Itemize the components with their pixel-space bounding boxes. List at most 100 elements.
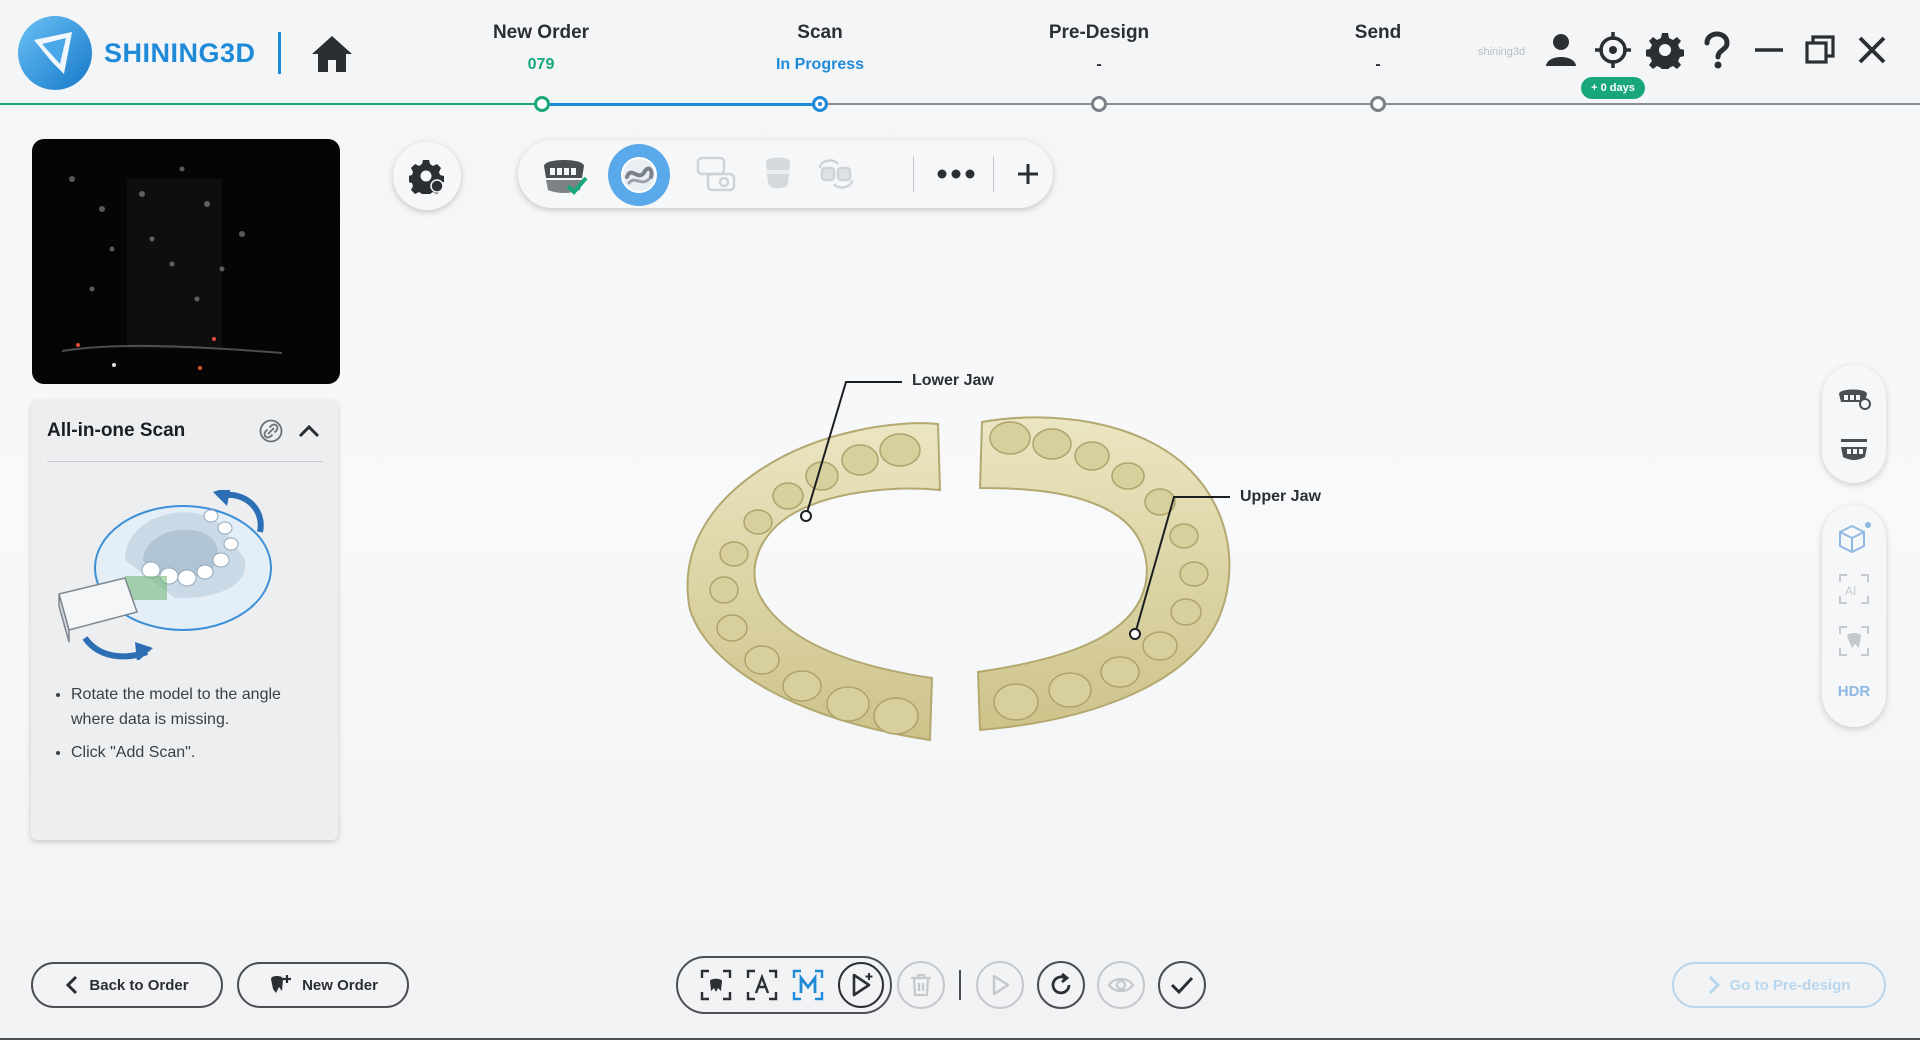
finish-scan-button[interactable]: [1158, 961, 1206, 1009]
play-button[interactable]: [976, 961, 1024, 1009]
step-dot-send: [1370, 96, 1386, 112]
hdr-toggle-button[interactable]: HDR: [1834, 671, 1874, 711]
tooth-detect-button[interactable]: [1834, 621, 1874, 661]
play-icon: [992, 974, 1010, 996]
upper-jaw-view-icon: [1839, 389, 1871, 410]
back-to-order-label: Back to Order: [89, 976, 189, 994]
new-tooth-icon: [271, 975, 292, 993]
card-divider: [47, 461, 323, 462]
step-send[interactable]: Send -: [1268, 22, 1488, 74]
go-to-pre-design-label: Go to Pre-design: [1729, 976, 1851, 994]
chevron-left-icon: [66, 975, 78, 995]
header-bar: SHINING3D New Order 079 Scan In Progress…: [0, 0, 1920, 112]
step-title: Scan: [797, 22, 843, 43]
camera-preview: [32, 139, 340, 384]
scan-settings-button[interactable]: [393, 142, 461, 210]
texture-toggle-button[interactable]: [1834, 519, 1874, 559]
scan-mode-card: All-in-one Scan Rotate the model to the …: [31, 400, 338, 840]
brand-divider: [278, 32, 281, 74]
step-status: In Progress: [775, 56, 865, 73]
gear-icon[interactable]: [1645, 30, 1685, 70]
chevron-up-icon[interactable]: [295, 417, 323, 445]
step-scan[interactable]: Scan In Progress: [710, 22, 930, 74]
add-scan-mode-button[interactable]: [1000, 148, 1056, 200]
tooth-scan-icon: [766, 157, 790, 189]
step-pre-design[interactable]: Pre-Design -: [989, 22, 1209, 74]
new-order-label: New Order: [302, 976, 378, 994]
more-button[interactable]: [928, 148, 984, 200]
add-scan-button[interactable]: [838, 962, 884, 1008]
user-icon[interactable]: [1541, 30, 1581, 70]
lower-jaw-view-button[interactable]: [1834, 429, 1874, 469]
minimize-icon[interactable]: [1749, 30, 1789, 70]
user-name: shining3d: [1478, 46, 1526, 58]
progress-track-done: [0, 103, 540, 105]
target-icon[interactable]: [1593, 30, 1633, 70]
step-new-order[interactable]: New Order 079: [431, 22, 651, 74]
manual-trim-button[interactable]: [788, 965, 828, 1005]
step-title: New Order: [492, 22, 590, 43]
preview-button[interactable]: [1097, 961, 1145, 1009]
step-dot-pre-design: [1091, 96, 1107, 112]
toolbar-divider: [913, 156, 914, 192]
select-area-button[interactable]: [696, 965, 736, 1005]
all-in-one-scan-button[interactable]: [608, 144, 670, 206]
ai-scan-button[interactable]: AI: [1834, 569, 1874, 609]
brand-name: SHINING3D: [104, 38, 256, 68]
hdr-label: HDR: [1837, 682, 1871, 700]
bite-scan-icon: [818, 159, 854, 189]
eye-icon: [1107, 977, 1135, 993]
pre-op-scan-icon: [696, 156, 736, 192]
step-order-number: 079: [527, 56, 555, 73]
toolbar-divider: [993, 156, 994, 192]
rescan-button[interactable]: [1037, 961, 1085, 1009]
jaw-check-icon: [544, 160, 588, 195]
step-title: Pre-Design: [1048, 22, 1150, 43]
tip-item: Rotate the model to the angle where data…: [71, 682, 327, 732]
home-icon[interactable]: [310, 32, 354, 76]
chevron-right-icon: [1708, 975, 1720, 995]
jaw-check-button[interactable]: [536, 148, 592, 200]
lower-jaw-label: Lower Jaw: [912, 372, 994, 389]
scan-options-panel: AI HDR: [1822, 505, 1886, 727]
delete-button[interactable]: [897, 961, 945, 1009]
restore-icon[interactable]: [1800, 30, 1840, 70]
new-order-button[interactable]: New Order: [237, 962, 409, 1008]
pre-op-scan-button[interactable]: [688, 148, 744, 200]
all-in-one-scan-illustration: [58, 490, 272, 660]
all-in-one-scan-icon: [621, 157, 657, 193]
close-icon[interactable]: [1852, 30, 1892, 70]
scan-actions-group: [676, 956, 892, 1014]
upper-jaw-view-button[interactable]: [1834, 379, 1874, 419]
step-dot-scan: [812, 96, 828, 112]
link-icon[interactable]: [257, 417, 285, 445]
lower-jaw-view-icon: [1841, 439, 1867, 460]
scan-settings-icon: [409, 160, 444, 194]
check-icon: [1170, 976, 1194, 995]
help-icon[interactable]: [1697, 30, 1737, 70]
ai-label: AI: [1845, 584, 1856, 598]
play-add-icon: [852, 973, 873, 997]
tip-item: Click "Add Scan".: [71, 740, 327, 765]
scan-mode-toolbar: [518, 140, 1053, 208]
view-tools-panel: [1822, 365, 1886, 483]
tooth-scan-button[interactable]: [750, 148, 806, 200]
progress-track-active: [540, 103, 820, 106]
tooth-detect-icon: [1839, 626, 1869, 656]
step-status: -: [1375, 56, 1381, 73]
jaw-3d-model[interactable]: [670, 360, 1250, 760]
back-to-order-button[interactable]: Back to Order: [31, 962, 223, 1008]
ai-scan-icon: AI: [1839, 574, 1869, 604]
scan-tips-list: Rotate the model to the angle where data…: [47, 682, 327, 773]
cube-icon: [1839, 522, 1871, 554]
license-days-badge: + 0 days: [1581, 77, 1645, 99]
more-icon: [937, 169, 975, 179]
go-to-pre-design-button[interactable]: Go to Pre-design: [1672, 962, 1886, 1008]
bite-scan-button[interactable]: [808, 148, 864, 200]
auto-trim-icon: [746, 969, 778, 1001]
bottom-divider: [959, 970, 961, 1000]
refresh-icon: [1051, 972, 1071, 995]
manual-trim-icon: [792, 969, 824, 1001]
step-title: Send: [1354, 22, 1402, 43]
auto-trim-button[interactable]: [742, 965, 782, 1005]
